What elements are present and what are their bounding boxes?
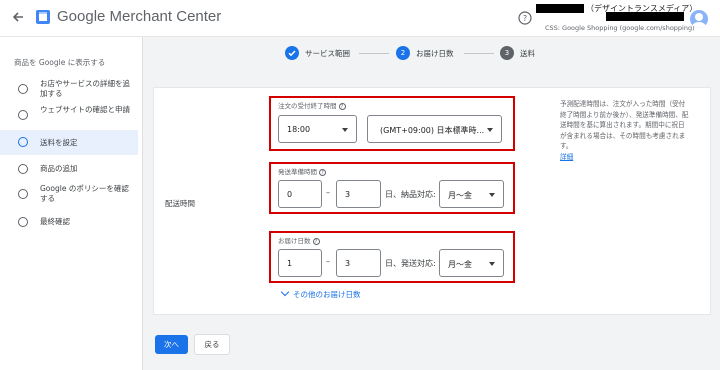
help-icon[interactable]: ? [518, 11, 532, 25]
back-arrow-icon[interactable] [10, 9, 26, 25]
sidebar: 商品を Google に表示する お店やサービスの詳細を追加する ウェブサイトの… [0, 37, 143, 370]
more-link-text: その他のお届け日数 [293, 290, 361, 299]
step-label-delivery-days: お届け日数 [416, 49, 454, 58]
transit-min-input[interactable]: 1 [278, 249, 322, 277]
transit-suffix: 日、発送対応: [385, 259, 436, 268]
avatar-body-icon [692, 22, 706, 28]
timezone-value: (GMT+09:00) 日本標準時... [380, 126, 485, 135]
handling-days-select[interactable]: 月～金 [439, 180, 504, 208]
step-circle-icon [18, 137, 28, 147]
cutoff-time-select[interactable]: 18:00 [278, 115, 357, 143]
help-icon[interactable]: ? [338, 102, 346, 110]
svg-text:?: ? [523, 14, 527, 23]
sidebar-item-label: 送料を設定 [40, 138, 78, 147]
cutoff-field-label: 注文の受付終了時間? [278, 100, 346, 110]
step-circle-icon [18, 217, 28, 227]
sidebar-item-website[interactable]: ウェブサイトの確認と申請 [0, 103, 138, 127]
section-label: 配送時間 [165, 199, 195, 208]
cutoff-time-value: 18:00 [287, 125, 311, 134]
transit-max-input[interactable]: 3 [336, 249, 381, 277]
redacted-account-id-block [606, 12, 684, 21]
sidebar-item-business-details[interactable]: お店やサービスの詳細を追加する [0, 77, 138, 101]
step-divider [464, 53, 494, 54]
step-number-3: 3 [500, 46, 514, 60]
transit-min-value: 1 [287, 259, 293, 268]
handling-max-input[interactable]: 3 [336, 180, 381, 208]
step-circle-icon [18, 189, 28, 199]
step-divider [359, 53, 389, 54]
transit-label-text: お届け日数 [278, 237, 311, 245]
redacted-account-block [536, 4, 584, 13]
dropdown-caret-icon [489, 262, 495, 266]
step-number-2: 2 [396, 46, 410, 60]
help-text: 予測配達時間は、注文が入った時間（受付終了時間より前か後か）、発送準備時間、配送… [560, 100, 689, 150]
top-bar: Google Merchant Center ? （デザイントランスメディア） … [0, 0, 720, 37]
cutoff-label-text: 注文の受付終了時間 [278, 102, 337, 110]
handling-days-value: 月～金 [448, 191, 472, 200]
handling-field-label: 発送準備時間? [278, 166, 326, 176]
help-icon[interactable]: ? [312, 237, 320, 245]
dropdown-caret-icon [342, 128, 348, 132]
transit-max-value: 3 [345, 259, 351, 268]
dropdown-caret-icon [487, 128, 493, 132]
handling-max-value: 3 [345, 190, 351, 199]
range-dash: – [326, 257, 330, 266]
range-dash: – [326, 188, 330, 197]
sidebar-item-shipping[interactable]: 送料を設定 [0, 130, 138, 155]
merchant-center-logo-icon [36, 10, 50, 24]
sidebar-item-add-products[interactable]: 商品の追加 [0, 159, 138, 179]
help-icon[interactable]: ? [319, 168, 326, 176]
handling-min-input[interactable]: 0 [278, 180, 322, 208]
sidebar-item-label: ウェブサイトの確認と申請 [40, 105, 130, 114]
next-button[interactable]: 次へ [155, 335, 188, 354]
timezone-select[interactable]: (GMT+09:00) 日本標準時... [367, 115, 502, 143]
step-circle-icon [18, 84, 28, 94]
step-label-shipping-cost: 送料 [520, 49, 535, 58]
transit-days-value: 月～金 [448, 260, 472, 269]
avatar[interactable] [690, 10, 708, 28]
app-title: Google Merchant Center [57, 8, 222, 25]
more-delivery-days-link[interactable]: その他のお届け日数 [280, 287, 361, 300]
sidebar-item-label: お店やサービスの詳細を追加する [40, 79, 130, 98]
transit-days-select[interactable]: 月～金 [439, 249, 504, 277]
sidebar-item-label: 最終確認 [40, 217, 70, 226]
sidebar-item-policies[interactable]: Google のポリシーを確認する [0, 182, 138, 206]
check-icon [285, 46, 299, 60]
account-subtitle: CSS: Google Shopping (google.com/shoppin… [545, 24, 695, 32]
progress-stepper: サービス範囲 2 お届け日数 3 送料 [0, 45, 720, 63]
handling-label-text: 発送準備時間 [278, 168, 317, 176]
handling-min-value: 0 [287, 190, 293, 199]
step-circle-icon [18, 164, 28, 174]
dropdown-caret-icon [489, 193, 495, 197]
sidebar-item-label: 商品の追加 [40, 164, 78, 173]
chevron-down-icon [280, 287, 290, 297]
handling-suffix: 日、納品対応: [385, 190, 436, 199]
step-label-service-area: サービス範囲 [305, 49, 350, 58]
transit-field-label: お届け日数? [278, 235, 320, 245]
sidebar-item-final-review[interactable]: 最終確認 [0, 212, 138, 232]
details-link[interactable]: 詳細 [560, 152, 690, 163]
sidebar-item-label: Google のポリシーを確認する [40, 184, 129, 203]
avatar-head-icon [695, 13, 703, 21]
help-panel: 予測配達時間は、注文が入った時間（受付終了時間より前か後か）、発送準備時間、配送… [560, 99, 690, 162]
back-button[interactable]: 戻る [194, 334, 230, 355]
step-circle-icon [18, 110, 28, 120]
